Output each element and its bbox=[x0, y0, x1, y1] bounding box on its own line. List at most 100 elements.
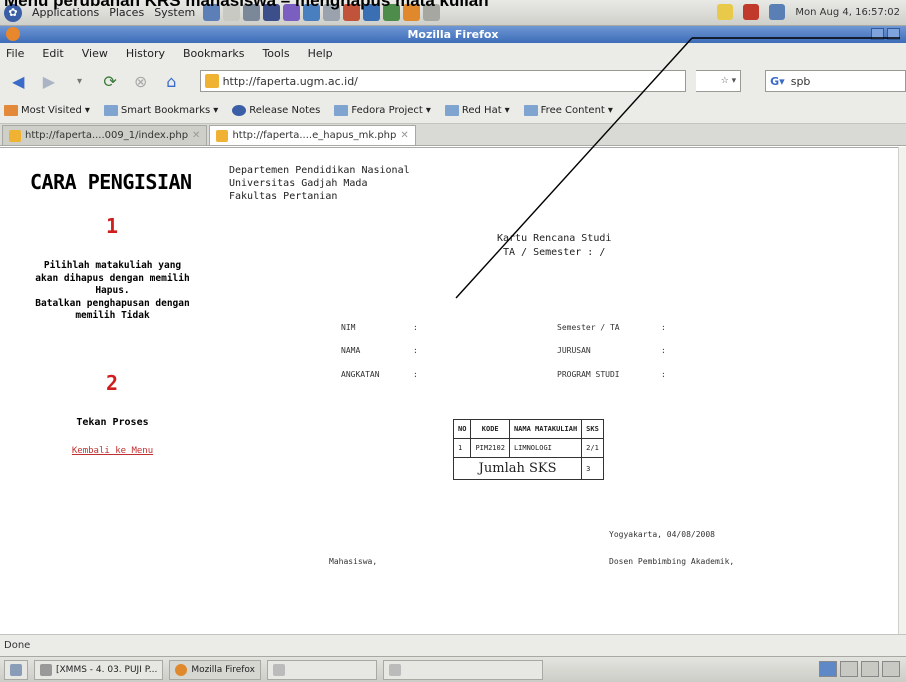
fedora-icon bbox=[232, 105, 247, 116]
menu-bookmarks[interactable]: Bookmarks bbox=[183, 47, 244, 60]
step-number: 1 bbox=[106, 214, 119, 238]
table-header: SKS bbox=[581, 419, 604, 439]
menu-tools[interactable]: Tools bbox=[262, 47, 289, 60]
window-titlebar: Mozilla Firefox bbox=[0, 26, 906, 43]
table-header-row: NO KODE NAMA MATAKULIAH SKS bbox=[452, 419, 604, 439]
folder-icon bbox=[444, 105, 459, 116]
firefox-window-icon[interactable] bbox=[6, 27, 20, 41]
menu-view[interactable]: View bbox=[82, 47, 108, 60]
task-label: Mozilla Firefox bbox=[191, 664, 255, 675]
reload-icon[interactable]: ⟳ bbox=[100, 70, 121, 92]
window-icon bbox=[272, 663, 285, 676]
field-label-nim: NIM bbox=[341, 323, 356, 332]
course-table: NO KODE NAMA MATAKULIAH SKS 1 PIM2102 LI… bbox=[452, 419, 604, 480]
task-firefox[interactable]: Mozilla Firefox bbox=[169, 659, 261, 680]
advisor-signature-label: Dosen Pembimbing Akademik, bbox=[609, 557, 735, 566]
site-favicon-icon bbox=[216, 129, 229, 142]
firefox-icon bbox=[175, 663, 188, 676]
menu-help[interactable]: Help bbox=[308, 47, 333, 60]
step-1-text: Pilihlah matakuliah yang akan dihapus de… bbox=[35, 260, 190, 321]
task-empty[interactable] bbox=[266, 659, 377, 680]
slide-caption: Menu perubahan KRS mahasiswa – menghapus… bbox=[4, 0, 489, 10]
google-search-icon[interactable]: G▾ bbox=[770, 75, 785, 88]
task-empty[interactable] bbox=[382, 659, 543, 680]
table-total-row: Jumlah SKS 3 bbox=[452, 457, 604, 480]
bookmark-label: Release Notes bbox=[249, 105, 321, 116]
header-line: Departemen Pendidikan Nasional bbox=[229, 165, 410, 176]
menu-edit[interactable]: Edit bbox=[42, 47, 63, 60]
table-cell: 2/1 bbox=[581, 438, 604, 458]
bookmark-smart-bookmarks[interactable]: Smart Bookmarks ▾ bbox=[103, 105, 218, 116]
step-number: 2 bbox=[106, 371, 119, 395]
url-text[interactable]: http://faperta.ugm.ac.id/ bbox=[223, 75, 358, 88]
minimize-button[interactable] bbox=[871, 28, 884, 40]
field-label-jurusan: JURUSAN bbox=[557, 346, 591, 355]
forward-arrow-icon[interactable]: ▶ bbox=[39, 70, 60, 92]
tab-hapus-mk[interactable]: http://faperta....e_hapus_mk.php ✕ bbox=[209, 125, 416, 145]
history-dropdown-icon[interactable]: ▾ bbox=[69, 70, 90, 92]
folder-icon bbox=[4, 105, 18, 116]
task-xmms[interactable]: [XMMS - 4. 03. PUJI P... bbox=[34, 659, 164, 680]
bookmark-label: Free Content bbox=[540, 105, 605, 116]
field-label-nama: NAMA bbox=[341, 346, 361, 355]
krs-subtitle: TA / Semester : / bbox=[503, 247, 606, 258]
table-header: KODE bbox=[470, 419, 510, 439]
table-header: NO bbox=[452, 419, 472, 439]
total-label: Jumlah SKS bbox=[452, 457, 583, 480]
bookmark-fedora-project[interactable]: Fedora Project ▾ bbox=[334, 105, 431, 116]
url-bar[interactable]: http://faperta.ugm.ac.id/ bbox=[199, 70, 686, 92]
show-desktop-button[interactable] bbox=[4, 659, 28, 680]
window-icon bbox=[388, 663, 401, 676]
table-cell: LIMNOLOGI bbox=[508, 438, 583, 458]
window-title: Mozilla Firefox bbox=[407, 28, 499, 41]
url-dropdown-button[interactable]: ☆ ▾ bbox=[695, 70, 742, 92]
search-box[interactable]: G▾ spb bbox=[765, 70, 906, 92]
bottom-taskbar: [XMMS - 4. 03. PUJI P... Mozilla Firefox bbox=[0, 656, 906, 682]
back-arrow-icon[interactable]: ◀ bbox=[8, 70, 29, 92]
page-content: CARA PENGISIAN 1 Pilihlah matakuliah yan… bbox=[0, 147, 906, 634]
workspace-4[interactable] bbox=[882, 661, 900, 677]
navigation-toolbar: ◀ ▶ ▾ ⟳ ⊗ ⌂ http://faperta.ugm.ac.id/ ☆ … bbox=[0, 64, 906, 98]
bookmark-label: Most Visited bbox=[21, 105, 82, 116]
site-favicon-icon bbox=[204, 74, 219, 88]
home-icon[interactable]: ⌂ bbox=[161, 70, 182, 92]
bookmark-red-hat[interactable]: Red Hat ▾ bbox=[444, 105, 510, 116]
close-icon[interactable]: ✕ bbox=[400, 130, 408, 141]
desktop-icon bbox=[10, 663, 22, 676]
workspace-1[interactable] bbox=[819, 661, 837, 677]
field-separator: : bbox=[413, 323, 418, 332]
tab-label: http://faperta....e_hapus_mk.php bbox=[232, 130, 397, 141]
tab-index[interactable]: http://faperta....009_1/index.php ✕ bbox=[2, 125, 208, 145]
field-separator: : bbox=[413, 346, 418, 355]
tab-label: http://faperta....009_1/index.php bbox=[25, 130, 189, 141]
krs-title: Kartu Rencana Studi bbox=[497, 233, 612, 244]
task-label: [XMMS - 4. 03. PUJI P... bbox=[56, 664, 158, 675]
window-controls bbox=[871, 28, 900, 40]
bookmark-free-content[interactable]: Free Content ▾ bbox=[523, 105, 613, 116]
tab-strip: http://faperta....009_1/index.php ✕ http… bbox=[0, 124, 906, 146]
menu-file[interactable]: File bbox=[6, 47, 24, 60]
field-separator: : bbox=[661, 370, 666, 379]
stop-icon[interactable]: ⊗ bbox=[130, 70, 151, 92]
workspace-2[interactable] bbox=[840, 661, 858, 677]
screenshot-root: Menu perubahan KRS mahasiswa – menghapus… bbox=[0, 0, 906, 682]
table-header: NAMA MATAKULIAH bbox=[508, 419, 583, 439]
field-label-program-studi: PROGRAM STUDI bbox=[557, 370, 620, 379]
xmms-icon bbox=[40, 663, 52, 676]
vertical-scrollbar[interactable] bbox=[898, 147, 906, 634]
menu-history[interactable]: History bbox=[126, 47, 165, 60]
bookmark-most-visited[interactable]: Most Visited ▾ bbox=[4, 105, 90, 116]
maximize-button[interactable] bbox=[887, 28, 900, 40]
back-to-menu-link[interactable]: Kembali ke Menu bbox=[0, 446, 225, 456]
close-icon[interactable]: ✕ bbox=[192, 130, 200, 141]
bookmark-release-notes[interactable]: Release Notes bbox=[232, 105, 320, 116]
table-row: 1 PIM2102 LIMNOLOGI 2/1 bbox=[452, 438, 604, 458]
search-input[interactable]: spb bbox=[791, 75, 811, 88]
folder-icon bbox=[103, 105, 118, 116]
student-signature-label: Mahasiswa, bbox=[329, 557, 378, 566]
field-label-semester-ta: Semester / TA bbox=[557, 323, 620, 332]
workspace-3[interactable] bbox=[861, 661, 879, 677]
site-favicon-icon bbox=[9, 129, 21, 142]
place-date: Yogyakarta, 04/08/2008 bbox=[609, 530, 715, 539]
workspace-switcher bbox=[819, 661, 900, 677]
